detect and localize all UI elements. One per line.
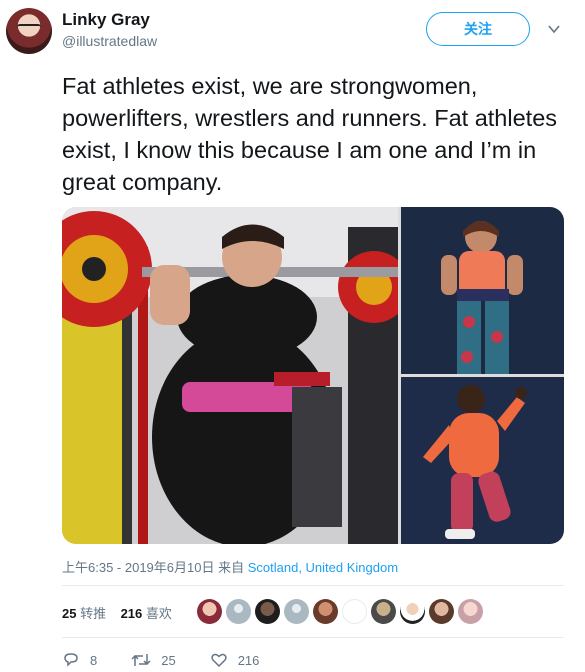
liker-avatar-1[interactable] <box>197 599 222 624</box>
powerlifter-squat-photo[interactable] <box>62 207 398 544</box>
likers-avatars <box>197 599 483 625</box>
heart-icon <box>211 653 227 668</box>
tweet-stats: 25 转推 216 喜欢 <box>62 603 172 622</box>
retweet-count: 25 <box>161 652 176 668</box>
liker-avatar-9[interactable] <box>429 599 454 624</box>
like-count: 216 <box>237 652 260 668</box>
divider <box>62 585 564 586</box>
tweet-text: Fat athletes exist, we are strongwomen, … <box>62 73 558 195</box>
runner-orange-top[interactable] <box>401 377 564 544</box>
tweet-actions: 8 25 216 <box>62 650 293 670</box>
like-button[interactable]: 216 <box>210 651 260 669</box>
user-avatar[interactable] <box>6 8 52 54</box>
reply-icon <box>64 653 78 667</box>
from-label: 来自 <box>218 560 245 575</box>
follow-button[interactable]: 关注 <box>426 12 530 46</box>
display-name[interactable]: Linky Gray <box>62 10 150 30</box>
reply-button[interactable]: 8 <box>62 651 97 669</box>
liker-avatar-10[interactable] <box>458 599 483 624</box>
tweet-header: Linky Gray @illustratedlaw 关注 <box>0 0 585 62</box>
likes-count[interactable]: 216 <box>121 606 143 621</box>
user-handle[interactable]: @illustratedlaw <box>62 33 157 49</box>
tweet-media <box>62 207 564 544</box>
retweets-label[interactable]: 转推 <box>80 606 106 621</box>
retweet-button[interactable]: 25 <box>131 651 176 669</box>
athlete-portrait-patterned-leggings[interactable] <box>401 207 564 374</box>
liker-avatar-6[interactable] <box>342 599 367 624</box>
location-link[interactable]: Scotland, United Kingdom <box>248 560 398 575</box>
retweet-icon <box>131 654 151 666</box>
liker-avatar-7[interactable] <box>371 599 396 624</box>
chevron-down-icon[interactable] <box>547 22 561 36</box>
reply-count: 8 <box>90 652 98 668</box>
retweets-count[interactable]: 25 <box>62 606 76 621</box>
liker-avatar-3[interactable] <box>255 599 280 624</box>
liker-avatar-8[interactable] <box>400 599 425 624</box>
liker-avatar-5[interactable] <box>313 599 338 624</box>
timestamp[interactable]: 上午6:35 - 2019年6月10日 <box>62 560 214 575</box>
liker-avatar-2[interactable] <box>226 599 251 624</box>
liker-avatar-4[interactable] <box>284 599 309 624</box>
likes-label[interactable]: 喜欢 <box>146 606 172 621</box>
tweet-meta: 上午6:35 - 2019年6月10日 来自 Scotland, United … <box>62 557 398 576</box>
divider <box>62 637 564 638</box>
